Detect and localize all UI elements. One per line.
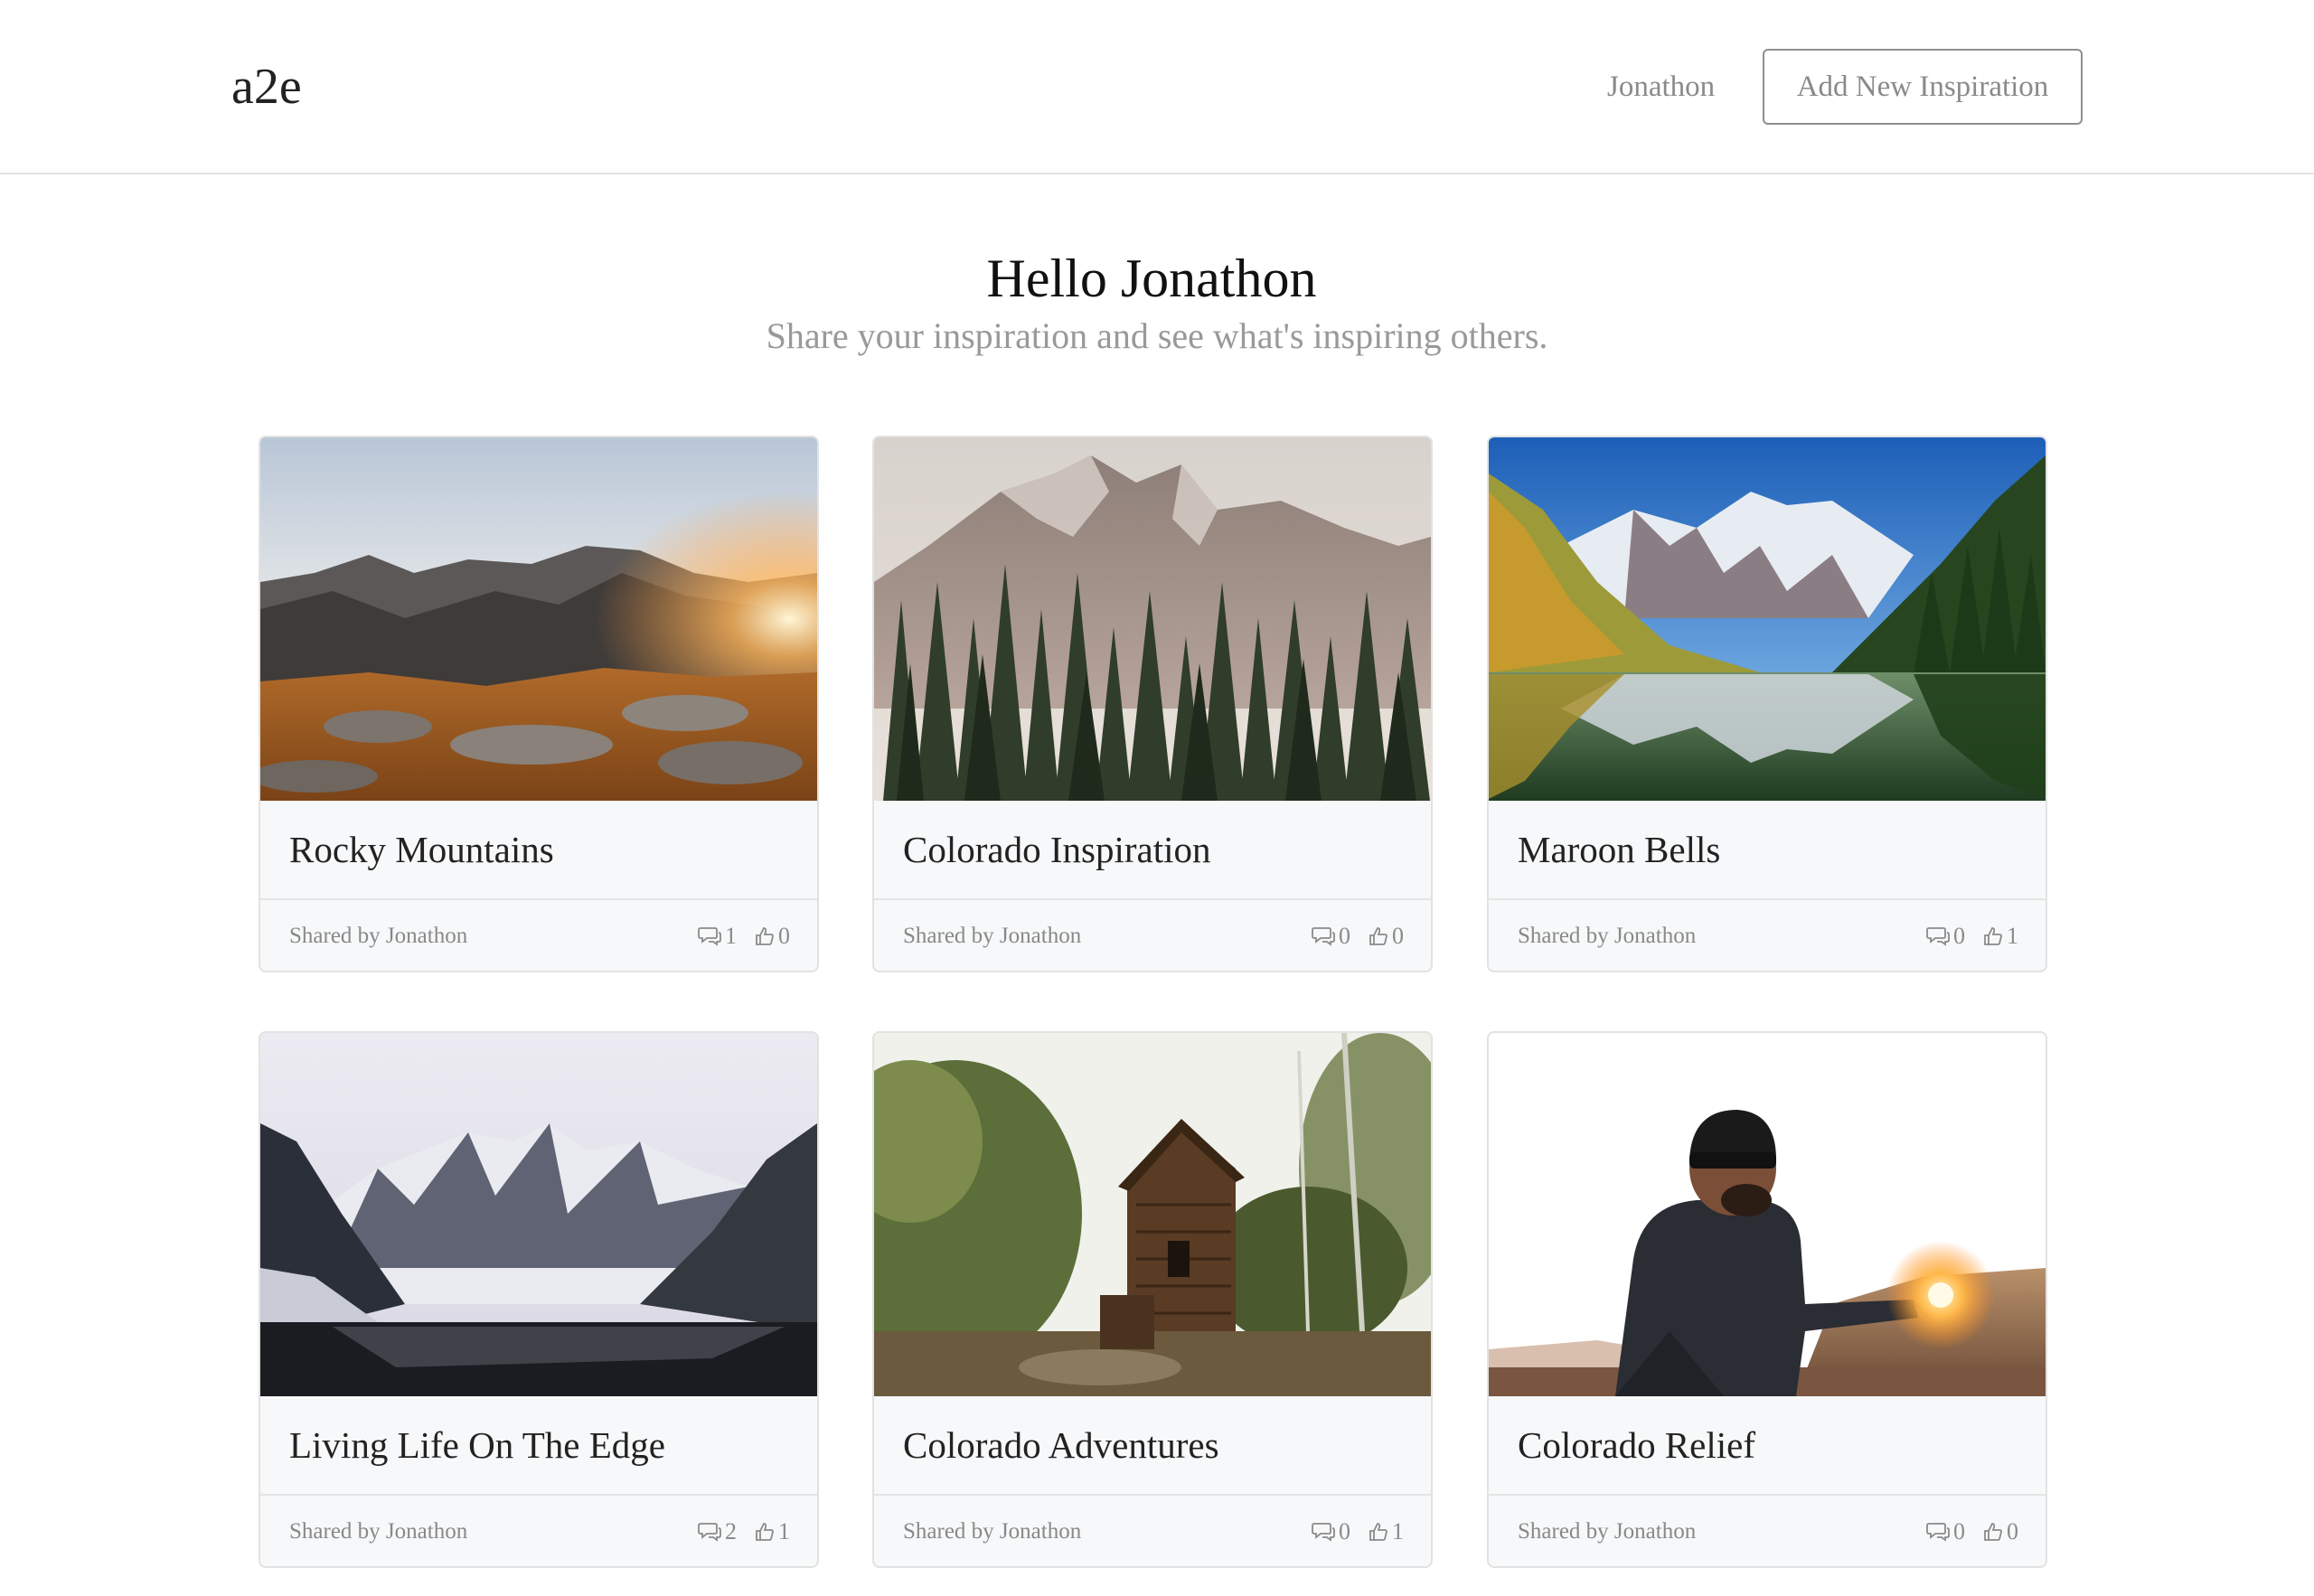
comments-count: 0 xyxy=(1953,923,1965,949)
card-stats: 0 0 xyxy=(1908,1516,2018,1548)
card-author: Shared by Jonathon xyxy=(903,924,1082,948)
top-navbar: a2e Jonathon Add New Inspiration xyxy=(0,0,2314,174)
inspiration-card[interactable]: Living Life On The Edge Shared by Jonath… xyxy=(259,1031,819,1568)
card-title[interactable]: Rocky Mountains xyxy=(289,824,554,875)
thumbs-up-icon xyxy=(1984,927,2002,945)
likes-stat[interactable]: 0 xyxy=(755,923,790,950)
card-stats: 0 1 xyxy=(1293,1516,1404,1548)
comments-count: 2 xyxy=(725,1518,737,1544)
card-title[interactable]: Living Life On The Edge xyxy=(289,1420,665,1470)
comment-icon xyxy=(698,1523,721,1542)
page-subtitle: Share your inspiration and see what's in… xyxy=(766,315,1548,356)
page-title: Hello Jonathon xyxy=(986,249,1317,308)
comments-stat[interactable]: 0 xyxy=(1926,923,1965,950)
card-title[interactable]: Colorado Adventures xyxy=(903,1420,1219,1470)
card-title[interactable]: Colorado Relief xyxy=(1518,1420,1755,1470)
inspiration-card[interactable]: Colorado Adventures Shared by Jonathon 0… xyxy=(872,1031,1433,1568)
likes-stat[interactable]: 1 xyxy=(755,1518,790,1545)
thumbs-up-icon xyxy=(1984,1523,2002,1541)
card-image[interactable] xyxy=(874,1033,1431,1396)
likes-count: 1 xyxy=(1392,1518,1404,1544)
likes-stat[interactable]: 0 xyxy=(1983,1518,2018,1545)
card-footer: Shared by Jonathon 2 1 xyxy=(260,1494,817,1566)
card-stats: 1 0 xyxy=(680,920,790,953)
brand-logo[interactable]: a2e xyxy=(231,52,302,121)
inspiration-card[interactable]: Rocky Mountains Shared by Jonathon 1 0 xyxy=(259,436,819,972)
comments-count: 0 xyxy=(1953,1518,1965,1544)
likes-stat[interactable]: 1 xyxy=(1983,923,2018,950)
comments-count: 1 xyxy=(725,923,737,949)
likes-count: 1 xyxy=(778,1518,790,1544)
card-footer: Shared by Jonathon 0 0 xyxy=(1489,1494,2046,1566)
card-footer: Shared by Jonathon 0 1 xyxy=(1489,898,2046,971)
likes-count: 1 xyxy=(2007,923,2018,949)
comments-count: 0 xyxy=(1339,923,1350,949)
thumbs-up-icon xyxy=(1369,1523,1387,1541)
card-author: Shared by Jonathon xyxy=(1518,1519,1697,1544)
comment-icon xyxy=(698,927,721,946)
inspiration-card[interactable]: Colorado Inspiration Shared by Jonathon … xyxy=(872,436,1433,972)
inspiration-card[interactable]: Maroon Bells Shared by Jonathon 0 1 xyxy=(1487,436,2047,972)
comments-stat[interactable]: 0 xyxy=(1926,1518,1965,1545)
likes-count: 0 xyxy=(778,923,790,949)
card-author: Shared by Jonathon xyxy=(289,924,468,948)
card-image[interactable] xyxy=(260,1033,817,1396)
thumbs-up-icon xyxy=(756,927,774,945)
likes-stat[interactable]: 0 xyxy=(1369,923,1404,950)
card-stats: 0 1 xyxy=(1908,920,2018,953)
inspiration-card[interactable]: Colorado Relief Shared by Jonathon 0 0 xyxy=(1487,1031,2047,1568)
comments-count: 0 xyxy=(1339,1518,1350,1544)
card-author: Shared by Jonathon xyxy=(903,1519,1082,1544)
likes-stat[interactable]: 1 xyxy=(1369,1518,1404,1545)
thumbs-up-icon xyxy=(1369,927,1387,945)
user-name-link[interactable]: Jonathon xyxy=(1607,65,1715,108)
comment-icon xyxy=(1312,1523,1335,1542)
thumbs-up-icon xyxy=(756,1523,774,1541)
card-image[interactable] xyxy=(260,437,817,801)
card-stats: 0 0 xyxy=(1293,920,1404,953)
card-footer: Shared by Jonathon 0 1 xyxy=(874,1494,1431,1566)
card-image[interactable] xyxy=(1489,1033,2046,1396)
comments-stat[interactable]: 0 xyxy=(1312,923,1350,950)
add-new-inspiration-button[interactable]: Add New Inspiration xyxy=(1763,49,2083,125)
comments-stat[interactable]: 0 xyxy=(1312,1518,1350,1545)
card-image[interactable] xyxy=(874,437,1431,801)
comment-icon xyxy=(1926,1523,1950,1542)
card-footer: Shared by Jonathon 1 0 xyxy=(260,898,817,971)
card-title[interactable]: Colorado Inspiration xyxy=(903,824,1210,875)
likes-count: 0 xyxy=(1392,923,1404,949)
comments-stat[interactable]: 1 xyxy=(698,923,737,950)
likes-count: 0 xyxy=(2007,1518,2018,1544)
comments-stat[interactable]: 2 xyxy=(698,1518,737,1545)
comment-icon xyxy=(1312,927,1335,946)
card-footer: Shared by Jonathon 0 0 xyxy=(874,898,1431,971)
card-image[interactable] xyxy=(1489,437,2046,801)
card-title[interactable]: Maroon Bells xyxy=(1518,824,1720,875)
card-stats: 2 1 xyxy=(680,1516,790,1548)
comment-icon xyxy=(1926,927,1950,946)
card-author: Shared by Jonathon xyxy=(289,1519,468,1544)
card-author: Shared by Jonathon xyxy=(1518,924,1697,948)
